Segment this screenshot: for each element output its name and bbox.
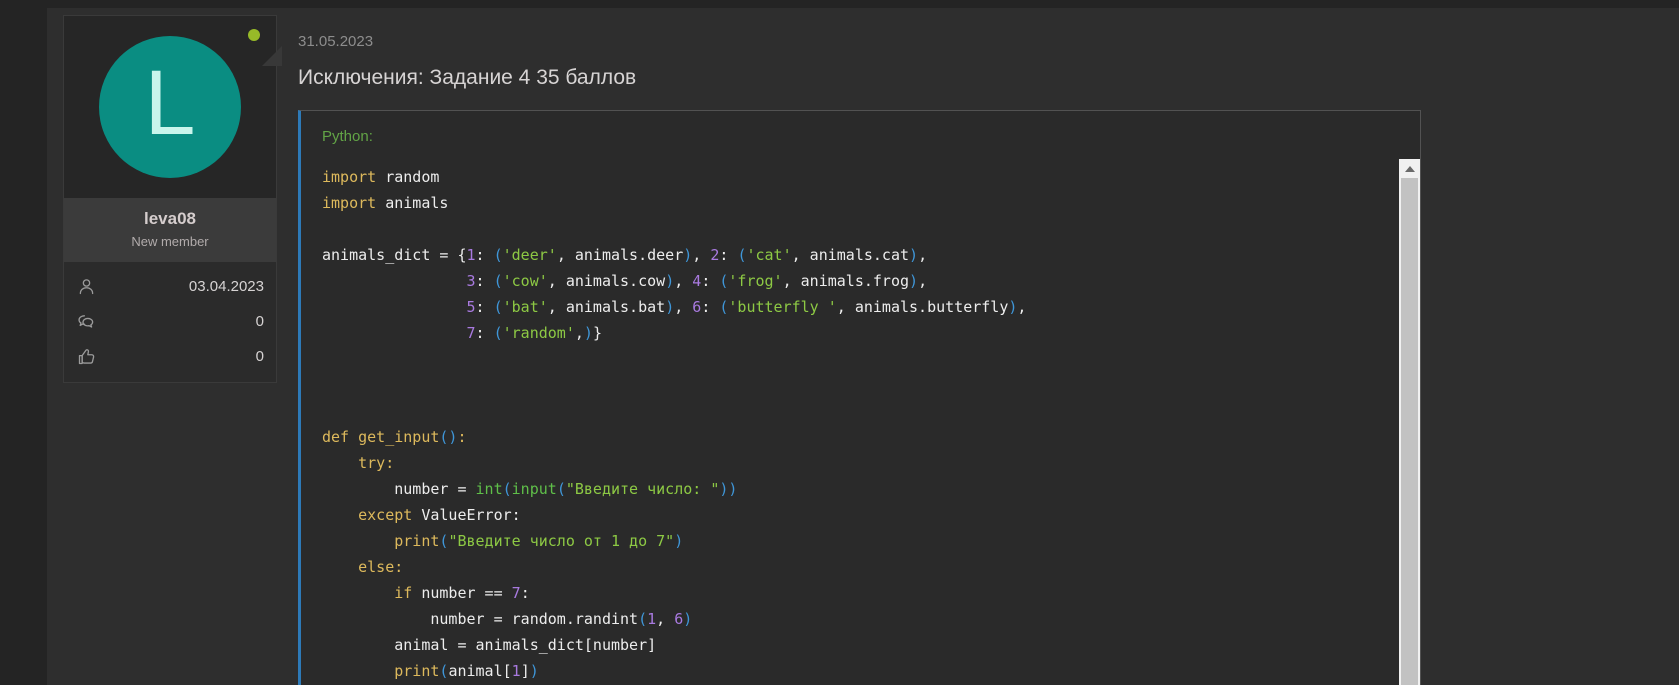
stat-row-joined: 03.04.2023 [76, 274, 264, 298]
stat-row-likes: 0 [76, 344, 264, 368]
post-title: Исключения: Задание 4 35 баллов [298, 66, 636, 90]
username-link[interactable]: leva08 [70, 209, 270, 229]
forum-post-panel: L leva08 New member 03.04.2023 [47, 8, 1679, 685]
post-date: 31.05.2023 [298, 33, 373, 50]
chat-icon [76, 311, 97, 332]
message-arrow [262, 46, 282, 66]
user-icon [76, 276, 97, 297]
stat-value-likes: 0 [256, 348, 264, 365]
scroll-up-button[interactable] [1399, 159, 1420, 178]
arrow-up-icon [1405, 166, 1415, 172]
user-role: New member [70, 234, 270, 249]
thumbs-up-icon [76, 346, 97, 367]
scrollbar-thumb[interactable] [1401, 178, 1418, 685]
avatar-box: L [64, 16, 276, 198]
code-content[interactable]: import randomimport animals animals_dict… [301, 145, 1420, 685]
stat-value-joined: 03.04.2023 [189, 278, 264, 295]
user-stats: 03.04.2023 0 0 [64, 262, 276, 382]
code-language-label: Python: [301, 111, 1420, 145]
avatar-letter: L [144, 57, 195, 149]
user-identity: leva08 New member [64, 198, 276, 262]
stat-value-messages: 0 [256, 313, 264, 330]
page: L leva08 New member 03.04.2023 [0, 0, 1679, 685]
online-indicator [248, 29, 260, 41]
code-block: Python: import randomimport animals anim… [298, 110, 1421, 685]
profile-card: L leva08 New member 03.04.2023 [63, 15, 277, 383]
avatar[interactable]: L [99, 36, 241, 178]
code-scrollbar[interactable] [1399, 159, 1420, 685]
stat-row-messages: 0 [76, 309, 264, 333]
